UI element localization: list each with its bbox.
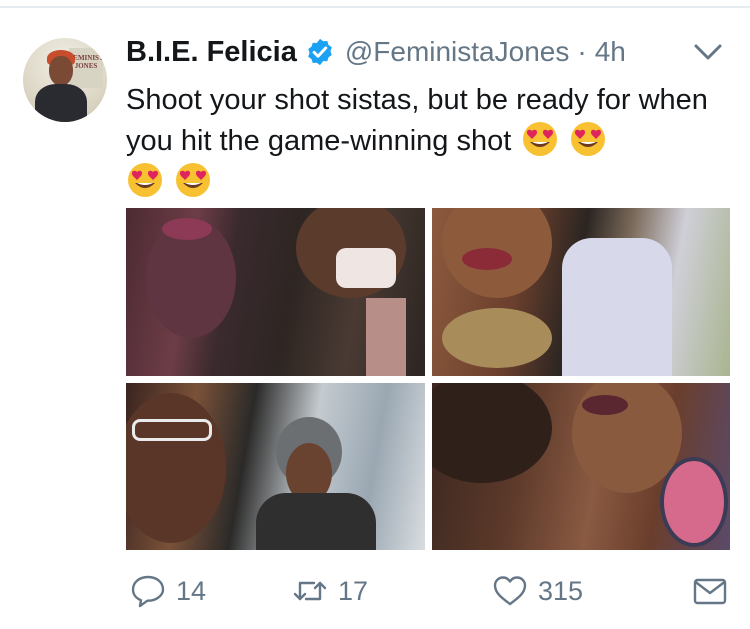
author-handle[interactable]: @FeministaJones xyxy=(345,36,570,68)
photo-2[interactable] xyxy=(432,208,730,376)
verified-badge-icon xyxy=(305,37,335,67)
media-grid xyxy=(126,208,730,550)
photo-4-head-shape xyxy=(432,383,552,483)
avatar-head xyxy=(49,56,73,86)
tweet-header: B.I.E. Felicia @FeministaJones · 4h xyxy=(126,30,626,74)
tweet-text: Shoot your shot sistas, but be ready for… xyxy=(126,80,726,202)
photo-1[interactable] xyxy=(126,208,425,376)
retweet-count: 17 xyxy=(338,575,369,606)
photo-1-teeth-shape xyxy=(336,248,396,288)
timestamp[interactable]: 4h xyxy=(595,36,626,68)
like-button[interactable]: 315 xyxy=(492,568,583,614)
separator-dot: · xyxy=(577,36,587,67)
action-bar: 14 17 315 xyxy=(126,568,730,614)
photo-2-lips-shape xyxy=(462,248,512,270)
retweet-icon xyxy=(293,581,327,601)
photo-2-necklace-shape xyxy=(442,308,552,368)
photo-3[interactable] xyxy=(126,383,425,550)
direct-message-button[interactable] xyxy=(692,568,728,614)
photo-4-lips-shape xyxy=(582,395,628,415)
retweet-button[interactable]: 17 xyxy=(292,568,368,614)
chevron-down-icon[interactable] xyxy=(692,40,724,64)
reply-icon xyxy=(131,575,165,608)
photo-1-lips-shape xyxy=(162,218,212,240)
heart-eyes-emoji-icon xyxy=(569,120,607,158)
avatar[interactable]: FEMINISTA JONES xyxy=(23,38,107,122)
photo-1-tie-shape xyxy=(366,298,406,376)
photo-4[interactable] xyxy=(432,383,730,550)
tweet[interactable]: FEMINISTA JONES B.I.E. Felicia @Feminista… xyxy=(0,0,750,629)
heart-eyes-emoji-icon xyxy=(126,161,164,199)
like-count: 315 xyxy=(538,575,584,606)
avatar-body xyxy=(35,84,87,122)
envelope-icon xyxy=(693,578,727,605)
photo-3-face-shape xyxy=(126,393,226,543)
divider xyxy=(0,6,750,8)
tweet-text-body: Shoot your shot sistas, but be ready for… xyxy=(126,84,708,157)
reply-button[interactable]: 14 xyxy=(130,568,206,614)
photo-3-jacket-shape xyxy=(256,493,376,550)
reply-count: 14 xyxy=(176,575,207,606)
photo-3-glasses-shape xyxy=(132,419,212,441)
author-name[interactable]: B.I.E. Felicia xyxy=(126,36,297,69)
photo-2-shirt-shape xyxy=(562,238,672,376)
heart-eyes-emoji-icon xyxy=(174,161,212,199)
avatar-sign: FEMINISTA JONES xyxy=(69,48,107,88)
heart-eyes-emoji-icon xyxy=(521,120,559,158)
heart-icon xyxy=(493,576,527,606)
photo-4-earring-shape xyxy=(660,457,728,547)
